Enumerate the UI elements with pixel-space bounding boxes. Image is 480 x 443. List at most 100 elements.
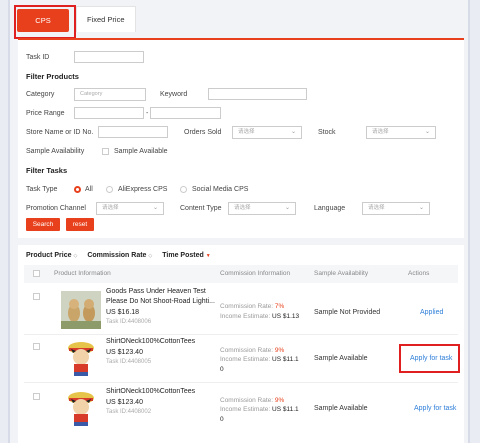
category-select[interactable]: Category [74,88,146,101]
income-label: Income Estimate: [220,356,271,363]
category-placeholder: Category [80,91,103,97]
filter-panel: Task ID Filter Products Category Categor… [18,38,464,238]
filter-tasks-heading: Filter Tasks [26,166,68,175]
stock-label: Stock [318,129,336,136]
task-id: Task ID:4408005 [106,359,152,365]
row-checkbox[interactable] [33,293,40,300]
promotion-channel-label: Promotion Channel [26,205,86,212]
price-max-input[interactable] [150,107,221,119]
income-value: US $11.1 [272,406,299,413]
commission-rate-line: Commission Rate: 7% [220,303,284,310]
commission-rate-line: Commission Rate: 9% [220,397,284,404]
content-type-select[interactable]: 请选择 ⌄ [228,202,296,215]
table-row: ShirtONeck100%CottonTees US $123.40 Task… [24,335,458,383]
table-row: Goods Pass Under Heaven Test Please Do N… [24,285,458,335]
search-button[interactable]: Search [26,218,60,231]
commission-rate-line: Commission Rate: 9% [220,347,284,354]
orders-sold-label: Orders Sold [184,129,222,136]
sort-product-price-label: Product Price [26,252,72,259]
task-type-aliexpress-radio[interactable] [106,186,113,193]
income-extra-value: 0 [220,416,224,423]
task-id: Task ID:4408006 [106,319,152,325]
sample-available-checkbox[interactable] [102,148,109,155]
income-label: Income Estimate: [220,406,271,413]
content-type-placeholder: 请选择 [234,205,251,211]
header-product-info: Product Information [54,270,111,277]
header-actions: Actions [408,270,430,277]
commission-rate-value: 7% [274,303,285,310]
product-price: US $123.40 [106,349,143,356]
stock-placeholder: 请选择 [372,129,389,135]
language-label: Language [314,205,346,212]
task-id-label: Task ID [26,54,50,61]
results-panel: Product Price ◇ Commission Rate ◇ Time P… [18,245,464,443]
header-sample-availability: Sample Availability [314,270,369,277]
task-type-all-label: All [85,186,93,193]
row-checkbox[interactable] [33,393,40,400]
chevron-down-icon: ⌄ [424,129,430,135]
chevron-down-icon: ⌄ [418,205,424,211]
sort-commission-rate[interactable]: Commission Rate ◇ [87,252,152,259]
sort-desc-icon: ▼ [205,253,211,259]
product-price: US $123.40 [106,399,143,406]
availability-text: Sample Available [314,355,368,362]
content-type-label: Content Type [180,205,222,212]
income-extra-value: 0 [220,366,224,373]
tab-fixed-price[interactable]: Fixed Price [76,6,136,32]
dogs-photo-icon [61,291,101,329]
keyword-label: Keyword [160,91,188,98]
apply-for-task-link[interactable]: Apply for task [414,405,456,412]
header-commission-info: Commission Information [220,270,291,277]
commission-rate-label: Commission Rate: [220,347,274,354]
orders-sold-placeholder: 请选择 [238,129,255,135]
row-checkbox[interactable] [33,343,40,350]
reset-button[interactable]: reset [66,218,94,231]
applied-link[interactable]: Applied [420,309,443,316]
task-id-input[interactable] [74,51,144,63]
product-title[interactable]: Goods Pass Under Heaven Test Please Do N… [106,287,216,307]
sort-time-posted[interactable]: Time Posted ▼ [162,252,210,259]
income-estimate-line: Income Estimate: US $11.1 [220,406,299,413]
select-all-checkbox[interactable] [33,270,40,277]
commission-rate-label: Commission Rate: [220,303,274,310]
sample-available-option: Sample Available [114,148,168,155]
stock-select[interactable]: 请选择 ⌄ [366,126,436,139]
commission-rate-value: 9% [274,347,285,354]
chevron-down-icon: ⌄ [284,205,290,211]
income-value: US $11.1 [272,356,299,363]
task-type-all-radio[interactable] [74,186,81,193]
availability-text: Sample Available [314,405,368,412]
commission-rate-value: 9% [274,397,285,404]
store-label: Store Name or ID No. [26,129,94,136]
filter-products-heading: Filter Products [26,72,79,81]
sort-arrows-icon: ◇ [73,253,78,259]
language-select[interactable]: 请选择 ⌄ [362,202,430,215]
income-estimate-line: Income Estimate: US $11.1 [220,356,299,363]
task-type-social-radio[interactable] [180,186,187,193]
promotion-channel-select[interactable]: 请选择 ⌄ [96,202,164,215]
commission-rate-label: Commission Rate: [220,397,274,404]
orders-sold-select[interactable]: 请选择 ⌄ [232,126,302,139]
product-title[interactable]: ShirtONeck100%CottonTees [106,387,216,397]
product-title[interactable]: ShirtONeck100%CottonTees [106,337,216,347]
price-min-input[interactable] [74,107,144,119]
income-label: Income Estimate: [220,313,271,320]
income-estimate-line: Income Estimate: US $1.13 [220,313,299,320]
availability-text: Sample Not Provided [314,309,381,316]
language-placeholder: 请选择 [368,205,385,211]
keyword-input[interactable] [208,88,307,100]
price-range-label: Price Range [26,110,65,117]
table-row: ShirtONeck100%CottonTees US $123.40 Task… [24,385,458,435]
income-extra: 0 [220,366,224,373]
product-price: US $16.18 [106,309,140,316]
sort-commission-rate-label: Commission Rate [87,252,147,259]
price-range-separator: - [146,110,149,117]
chevron-down-icon: ⌄ [152,205,158,211]
task-id: Task ID:4408002 [106,409,152,415]
promotion-channel-placeholder: 请选择 [102,205,119,211]
highlight-cps-tab [14,5,76,39]
store-input[interactable] [98,126,168,138]
income-value: US $1.13 [272,313,300,320]
sort-product-price[interactable]: Product Price ◇ [26,252,77,259]
chevron-down-icon: ⌄ [290,129,296,135]
